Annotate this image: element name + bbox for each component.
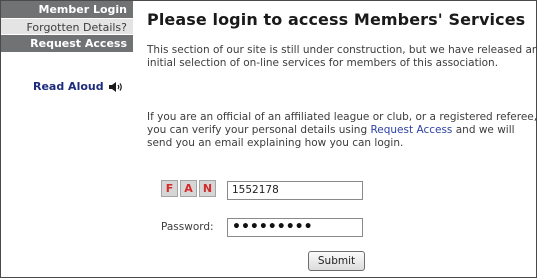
- fan-letter-f: F: [161, 180, 178, 197]
- submit-button[interactable]: Submit: [308, 251, 365, 271]
- fan-letter-n: N: [199, 180, 216, 197]
- fan-letter-a: A: [180, 180, 197, 197]
- page-frame: Member Login Forgotten Details? Request …: [0, 0, 537, 278]
- page-title: Please login to access Members' Services: [147, 10, 526, 29]
- sidebar-item-forgotten-details[interactable]: Forgotten Details?: [1, 18, 133, 35]
- read-aloud-link[interactable]: Read Aloud: [33, 80, 124, 93]
- sidebar-item-request-access[interactable]: Request Access: [1, 35, 133, 52]
- password-label: Password:: [161, 221, 214, 233]
- fan-input[interactable]: 1552178: [227, 181, 363, 200]
- official-paragraph: If you are an official of an affiliated …: [147, 111, 537, 150]
- sidebar: Member Login Forgotten Details? Request …: [1, 1, 133, 277]
- sidebar-item-member-login[interactable]: Member Login: [1, 1, 133, 18]
- intro-paragraph: This section of our site is still under …: [147, 44, 537, 69]
- read-aloud-label: Read Aloud: [33, 80, 104, 93]
- request-access-link[interactable]: Request Access: [370, 124, 452, 136]
- password-value: •••••••••: [232, 219, 313, 235]
- speaker-icon: [108, 81, 122, 92]
- fan-label: F A N: [161, 180, 216, 197]
- password-field[interactable]: •••••••••: [227, 218, 363, 237]
